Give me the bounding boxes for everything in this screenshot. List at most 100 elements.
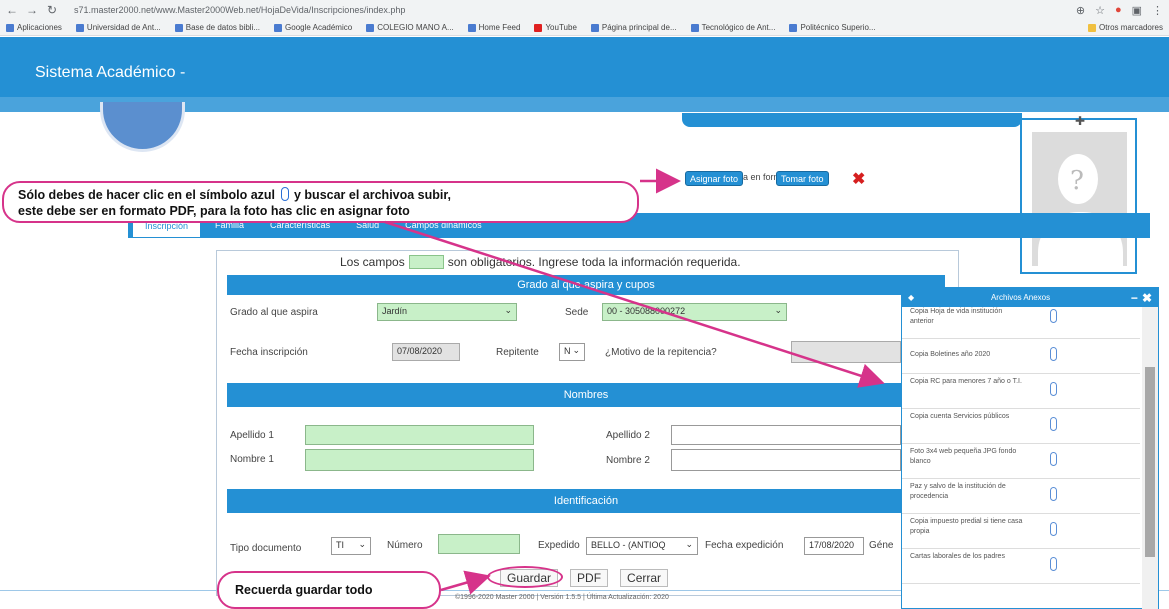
list-item: Paz y salvo de la institución de procede…: [902, 479, 1140, 514]
fecha-expedicion-field[interactable]: 17/08/2020: [804, 537, 864, 555]
bookmark-item[interactable]: Home Feed: [467, 23, 520, 32]
list-item: Cartas laborales de los padres: [902, 549, 1140, 584]
tipo-documento-label: Tipo documento: [230, 543, 302, 554]
extension-icon[interactable]: ●: [1115, 4, 1122, 17]
motivo-field[interactable]: [791, 341, 901, 363]
photo-header-band: [682, 113, 1022, 127]
bookmark-item[interactable]: Politécnico Superio...: [789, 23, 876, 32]
chevron-down-icon: ⌄: [774, 305, 782, 315]
chevron-down-icon: ⌄: [358, 539, 366, 549]
list-item: Copia Hoja de vida institución anterior: [902, 307, 1140, 339]
bookmark-item[interactable]: Base de datos bibli...: [174, 23, 260, 32]
chevron-down-icon: ⌄: [685, 539, 693, 549]
paperclip-icon[interactable]: [1050, 347, 1057, 361]
grado-select[interactable]: Jardín ⌄: [377, 303, 517, 321]
attachments-panel: ◆ Archivos Anexos − ✖ Copia Hoja de vida…: [901, 287, 1159, 609]
fecha-inscripcion-label: Fecha inscripción: [230, 347, 308, 358]
sede-label: Sede: [565, 307, 589, 318]
photo-frame: ?: [1020, 118, 1137, 274]
instruction-callout: Sólo debes de hacer clic en el símbolo a…: [2, 181, 639, 223]
extension-icon[interactable]: ▣: [1132, 4, 1142, 17]
menu-icon[interactable]: ⋮: [1152, 4, 1163, 17]
bookmark-item[interactable]: Aplicaciones: [6, 23, 62, 32]
extensions-area: ⊕ ☆ ● ▣ ⋮: [1076, 4, 1163, 17]
list-item: Copia Boletines año 2020: [902, 339, 1140, 374]
bookmarks-bar: Aplicaciones Universidad de Ant... Base …: [0, 20, 1169, 36]
back-icon[interactable]: ←: [6, 3, 18, 17]
close-icon[interactable]: ✖: [1142, 291, 1152, 305]
cerrar-button[interactable]: Cerrar: [620, 569, 669, 587]
question-mark-icon: ?: [1070, 166, 1084, 196]
fecha-expedicion-label: Fecha expedición: [705, 540, 784, 551]
take-photo-button[interactable]: Tomar foto: [776, 171, 829, 186]
numero-label: Número: [387, 540, 423, 551]
scrollbar[interactable]: [1142, 307, 1158, 609]
nombre2-label: Nombre 2: [606, 455, 650, 466]
attachments-header: ◆ Archivos Anexos − ✖: [902, 288, 1158, 307]
paperclip-icon: [280, 187, 289, 201]
apellido1-field[interactable]: [305, 425, 534, 445]
apellido2-field[interactable]: [671, 425, 901, 445]
assign-photo-button[interactable]: Asignar foto: [685, 171, 744, 186]
minimize-icon[interactable]: −: [1131, 291, 1138, 305]
address-bar[interactable]: s71.master2000.net/www.Master2000Web.net…: [74, 5, 405, 15]
repitente-label: Repitente: [496, 347, 539, 358]
reload-icon[interactable]: ↻: [46, 3, 58, 17]
numero-field[interactable]: [438, 534, 520, 554]
forward-icon[interactable]: →: [26, 3, 38, 17]
repitente-select[interactable]: N ⌄: [559, 343, 585, 361]
expedido-label: Expedido: [538, 540, 580, 551]
list-item: Copia RC para menores 7 año o T.I.: [902, 374, 1140, 409]
required-swatch: [408, 255, 444, 269]
bookmark-item[interactable]: YouTube: [534, 23, 577, 32]
bookmark-item[interactable]: Universidad de Ant...: [75, 23, 161, 32]
paperclip-icon[interactable]: [1050, 417, 1057, 431]
copyright: ©1996-2020 Master 2000 | Versión 1.5.5 |…: [455, 594, 669, 601]
avatar: ?: [1032, 132, 1127, 266]
apellido1-label: Apellido 1: [230, 430, 274, 441]
apellido2-label: Apellido 2: [606, 430, 650, 441]
grado-label: Grado al que aspira: [230, 307, 318, 318]
attachments-list: Copia Hoja de vida institución anterior …: [902, 307, 1140, 609]
attachments-title: Archivos Anexos: [990, 293, 1051, 302]
bookmark-item[interactable]: COLEGIO MANO A...: [366, 23, 454, 32]
tab-divider: [128, 237, 1150, 238]
paperclip-icon[interactable]: [1050, 382, 1057, 396]
nombre1-field[interactable]: [305, 449, 534, 471]
fecha-inscripcion-field[interactable]: 07/08/2020: [392, 343, 460, 361]
app-title: Sistema Académico -: [35, 64, 186, 81]
tipo-documento-select[interactable]: TI ⌄: [331, 537, 371, 555]
chevron-down-icon: ⌄: [572, 345, 580, 355]
sede-select[interactable]: 00 - 305088000272 ⌄: [602, 303, 787, 321]
bookmark-item[interactable]: Google Académico: [274, 23, 352, 32]
list-item: Copia cuenta Servicios públicos: [902, 409, 1140, 444]
paperclip-icon[interactable]: [1050, 557, 1057, 571]
browser-toolbar: ← → ↻ s71.master2000.net/www.Master2000W…: [0, 0, 1169, 20]
paperclip-icon[interactable]: [1050, 452, 1057, 466]
pdf-button[interactable]: PDF: [570, 569, 609, 587]
list-item: Copia impuesto predial si tiene casa pro…: [902, 514, 1140, 549]
list-item: Foto 3x4 web pequeña JPG fondo blanco: [902, 444, 1140, 479]
nombre1-label: Nombre 1: [230, 454, 274, 465]
expedido-select[interactable]: BELLO - (ANTIOQ ⌄: [586, 537, 698, 555]
guardar-highlight: [487, 566, 563, 588]
bookmark-item[interactable]: Página principal de...: [590, 23, 677, 32]
plus-icon[interactable]: ✚: [1075, 114, 1085, 128]
bookmark-item[interactable]: Tecnológico de Ant...: [690, 23, 775, 32]
save-reminder-callout: Recuerda guardar todo: [217, 571, 441, 609]
scroll-thumb[interactable]: [1145, 367, 1155, 557]
paperclip-icon[interactable]: [1050, 487, 1057, 501]
motivo-label: ¿Motivo de la repitencia?: [605, 347, 717, 358]
genero-label: Géne: [869, 540, 894, 551]
delete-photo-icon[interactable]: ✖: [852, 169, 865, 189]
bookmark-item[interactable]: Otros marcadores: [1087, 23, 1163, 32]
star-icon[interactable]: ☆: [1095, 4, 1105, 17]
paperclip-icon[interactable]: [1050, 309, 1057, 323]
chevron-down-icon: ⌄: [504, 305, 512, 315]
nombre2-field[interactable]: [671, 449, 901, 471]
logo: [100, 102, 185, 152]
required-notice: Los campos son obligatorios. Ingrese tod…: [340, 255, 741, 269]
paperclip-icon[interactable]: [1050, 522, 1057, 536]
section-identificacion: Identificación: [227, 489, 945, 513]
zoom-icon[interactable]: ⊕: [1076, 4, 1085, 17]
